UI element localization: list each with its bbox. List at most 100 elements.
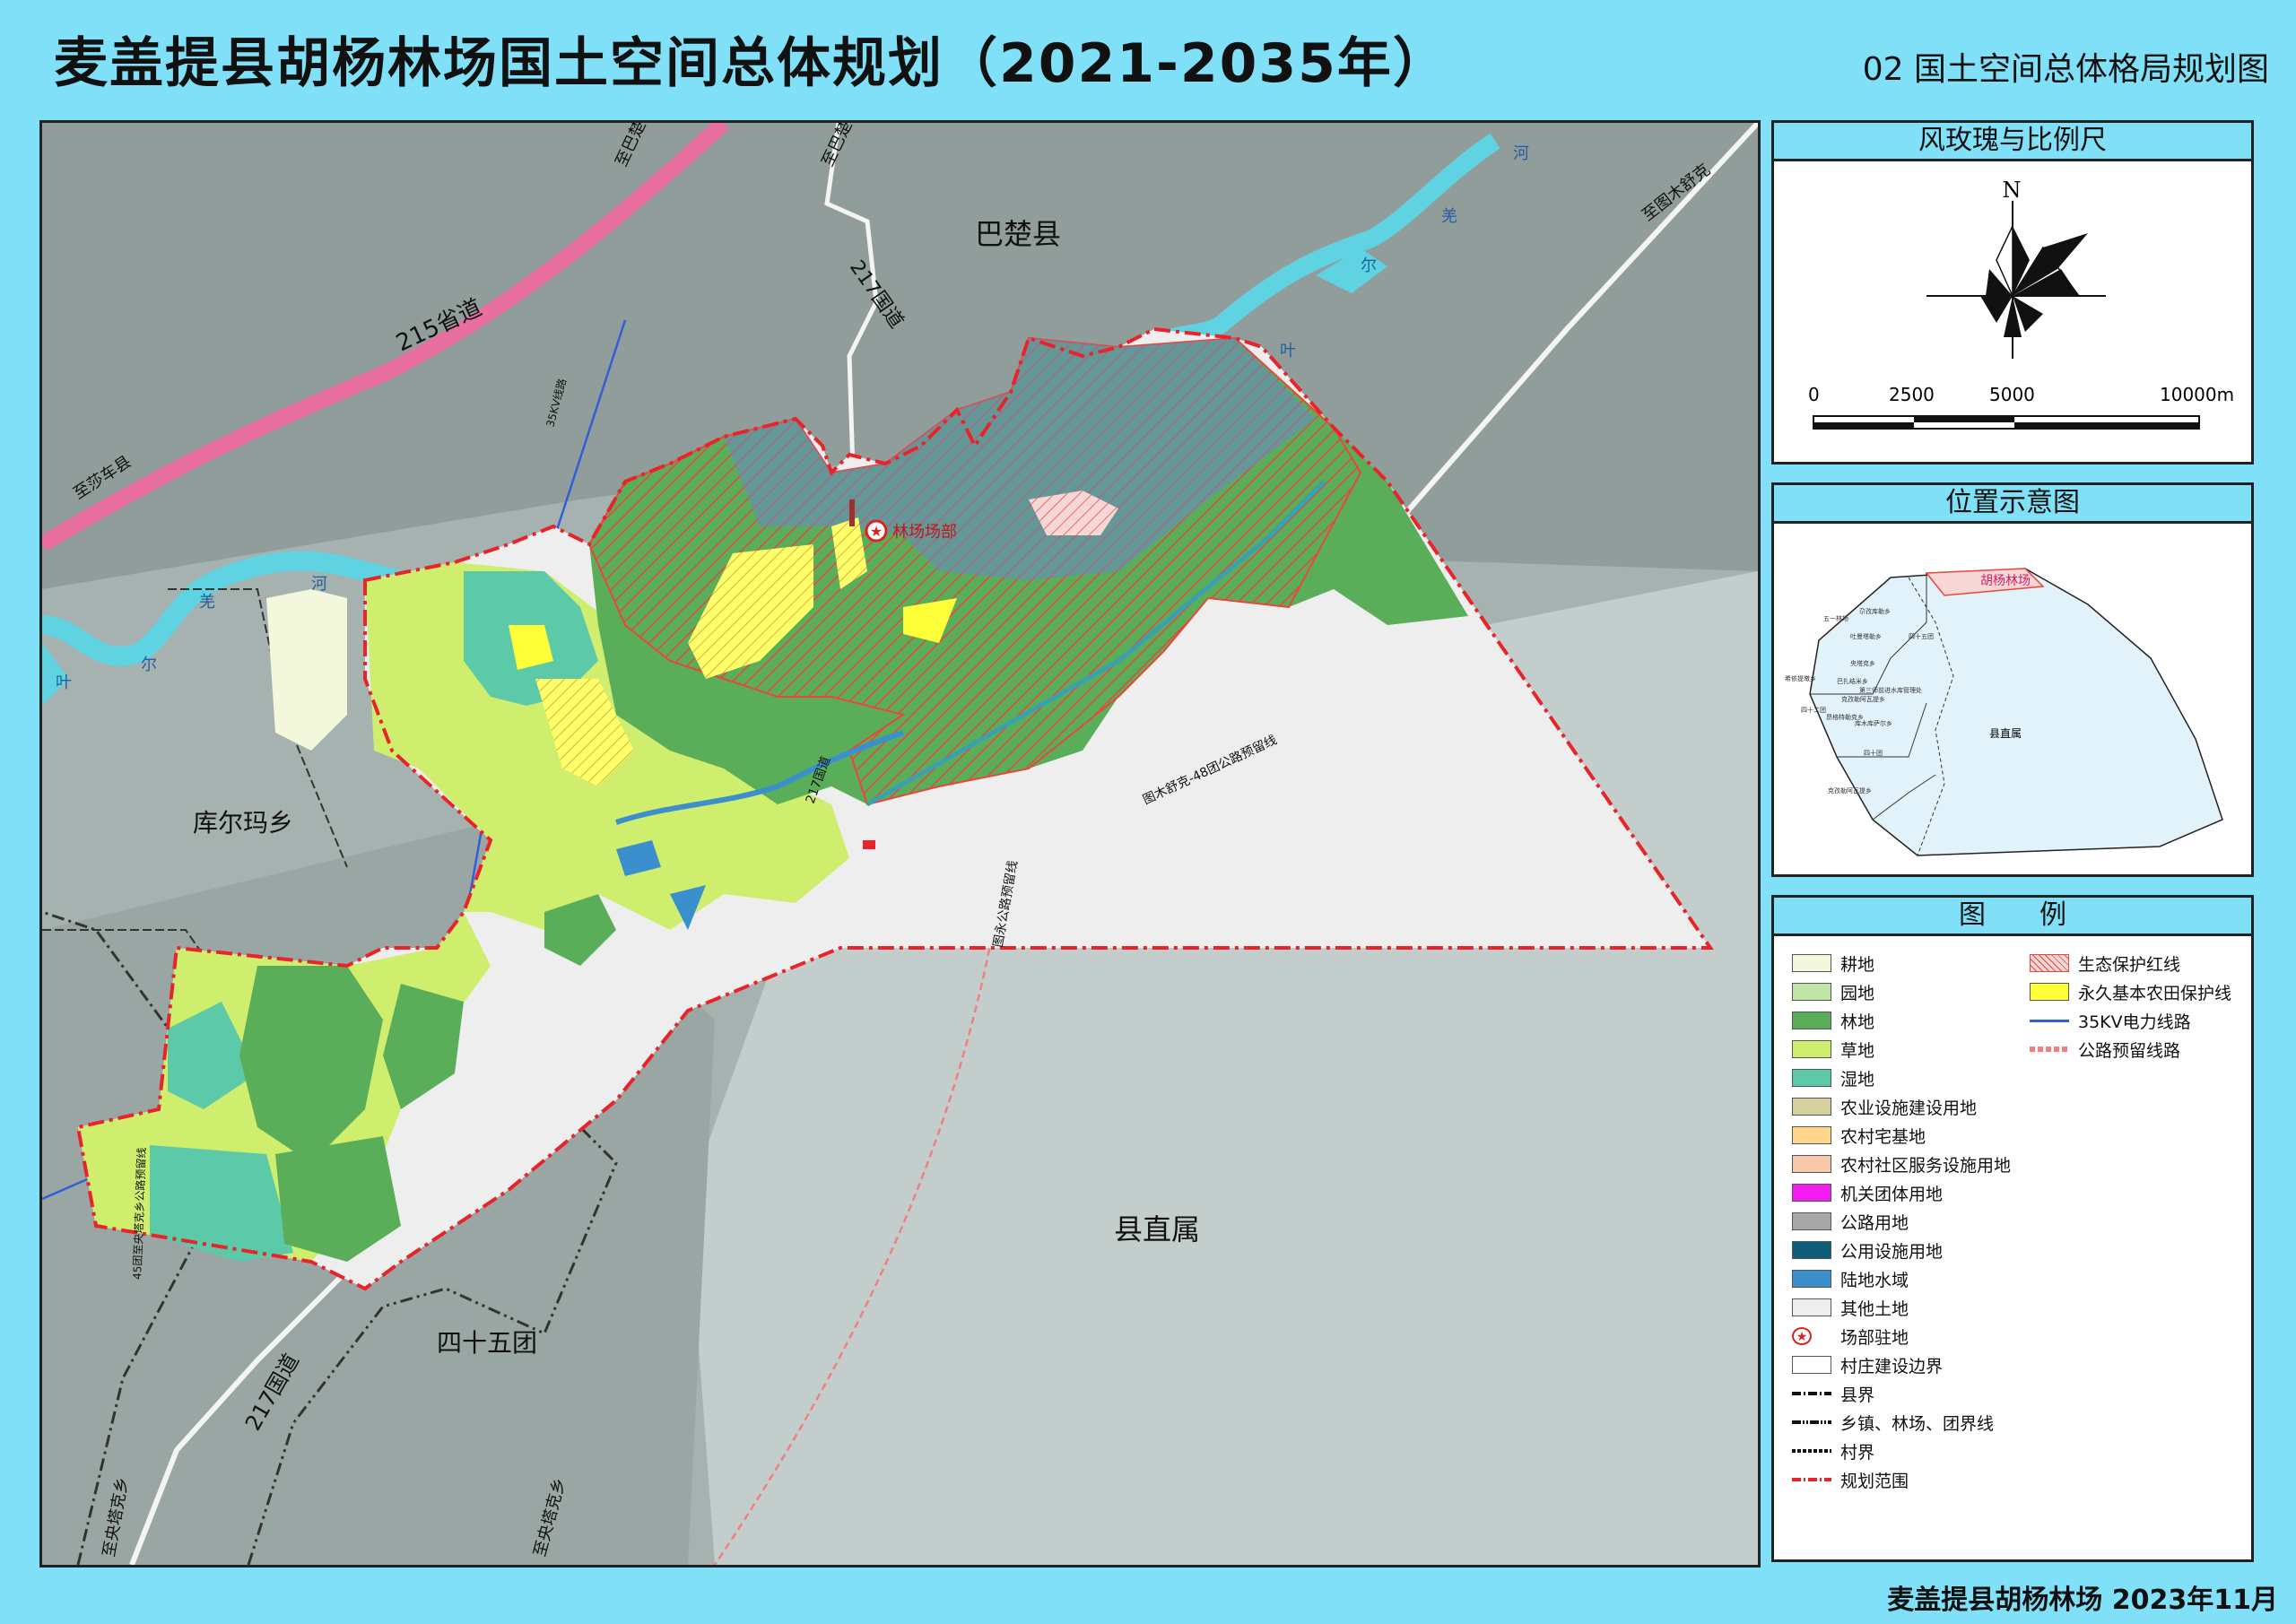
legend-swatch: [2030, 1012, 2069, 1029]
label-river-he-2: 河: [1513, 144, 1529, 163]
place-label: 第三师前进水库管理处: [1859, 686, 1922, 694]
legend-swatch: [1792, 1478, 1831, 1481]
legend-right-column: 生态保护红线 永久基本农田保护线 35KV电力线路 公路预留线路: [2030, 949, 2231, 1064]
legend-label: 公用设施用地: [1840, 1241, 1944, 1262]
legend-item: 陆地水域: [1792, 1264, 2011, 1293]
legend-item: 林地: [1792, 1006, 2011, 1035]
compass-panel: 风玫瑰与比例尺 N 0 2500 5000 10000m: [1771, 120, 2254, 465]
cultivated-land: [266, 589, 347, 751]
legend-label: 园地: [1840, 983, 1875, 1003]
legend-label: 永久基本农田保护线: [2078, 983, 2232, 1003]
legend-label: 农村宅基地: [1840, 1126, 1926, 1147]
village-marker: [863, 840, 875, 849]
hq-star-icon: ★: [870, 523, 883, 540]
legend-item: 公用设施用地: [1792, 1236, 2011, 1264]
wind-rose-icon: N: [1926, 178, 2106, 359]
legend-item: 湿地: [1792, 1064, 2011, 1092]
map-subtitle: 02 国土空间总体格局规划图: [1862, 51, 2269, 88]
legend-item: 35KV电力线路: [2030, 1006, 2231, 1035]
legend-label: 村庄建设边界: [1840, 1356, 1944, 1376]
legend-label: 农业设施建设用地: [1840, 1098, 1978, 1118]
legend-item: 县界: [1792, 1379, 2011, 1408]
legend-label: 场部驻地: [1840, 1327, 1909, 1348]
main-map-svg: ★ 巴楚县 库尔玛乡 县直属 四十五团 林场场部 至巴楚 至巴楚 至莎车县 至图…: [42, 123, 1758, 1565]
place-label: 央塔克乡: [1850, 659, 1875, 667]
legend-swatch: [1792, 1420, 1831, 1424]
scale-bar: [1813, 415, 2200, 430]
legend-item: 农业设施建设用地: [1792, 1092, 2011, 1121]
place-label: 四十团: [1864, 749, 1883, 757]
label-river-er-2: 尔: [1361, 256, 1377, 275]
location-county-label: 县直属: [1989, 727, 2022, 740]
legend-label: 规划范围: [1840, 1471, 1909, 1491]
place-label: 克孜勒阿瓦提乡: [1828, 786, 1872, 795]
label-river-ye-2: 叶: [1280, 342, 1296, 360]
legend-left-column: 耕地 园地 林地 草地 湿地 农业设施建设用地 农村宅基地 农村社区服务设施用地 机关团体用地公…: [1792, 949, 2011, 1494]
place-label: 五一林场: [1823, 614, 1848, 622]
legend-swatch: [2030, 954, 2069, 972]
north-label: N: [2003, 178, 2022, 203]
compass-panel-title: 风玫瑰与比例尺: [1774, 123, 2251, 161]
legend-item: 永久基本农田保护线: [2030, 977, 2231, 1006]
legend-swatch: [1792, 1184, 1831, 1202]
label-river-he: 河: [311, 575, 327, 594]
map-title: 麦盖提县胡杨林场国土空间总体规划（2021-2035年）: [54, 32, 1448, 95]
location-panel: 位置示意图 胡杨林场 县直属 五一林场 尕孜库勒乡 吐曼塔勒乡 四十五团 央塔克…: [1771, 482, 2254, 877]
legend-swatch: [1792, 1155, 1831, 1173]
legend-swatch: [1792, 1069, 1831, 1087]
label-river-qiang-2: 羌: [1441, 207, 1457, 226]
legend-swatch: [1792, 1449, 1831, 1453]
place-label: 克孜勒阿瓦提乡: [1841, 695, 1885, 703]
scale-label-0: 0: [1808, 384, 1820, 405]
label-river-ye: 叶: [56, 673, 72, 692]
legend-swatch: [1792, 1356, 1831, 1374]
location-highlight-label: 胡杨林场: [1980, 574, 2031, 588]
legend-swatch: [1792, 983, 1831, 1001]
place-label: 尕孜库勒乡: [1859, 607, 1891, 615]
legend-item: ★ 场部驻地: [1792, 1322, 2011, 1350]
label-kuerma: 库尔玛乡: [193, 808, 293, 838]
legend-item: 公路用地: [1792, 1207, 2011, 1236]
legend-label: 耕地: [1840, 954, 1875, 975]
legend-label: 机关团体用地: [1840, 1184, 1944, 1204]
legend-swatch: [2030, 1046, 2069, 1052]
legend-label: 生态保护红线: [2078, 954, 2181, 975]
place-label: 库木库萨尔乡: [1855, 719, 1892, 727]
legend-label: 农村社区服务设施用地: [1840, 1155, 2012, 1176]
legend-item: 园地: [1792, 977, 2011, 1006]
legend-swatch: [1792, 1392, 1831, 1395]
legend-title: 图 例: [1774, 898, 2251, 936]
legend-swatch: [2030, 983, 2069, 1001]
legend-item: 规划范围: [1792, 1465, 2011, 1494]
legend-item: 生态保护红线: [2030, 949, 2231, 977]
place-label: 巴扎结米乡: [1837, 677, 1868, 685]
legend-item: 其他土地: [1792, 1293, 2011, 1322]
footer-text: 麦盖提县胡杨林场 2023年11月: [1887, 1585, 2278, 1616]
scale-label-10000: 10000m: [2160, 384, 2235, 405]
legend-item: 草地: [1792, 1035, 2011, 1064]
place-label: 吐曼塔勒乡: [1850, 632, 1882, 640]
legend-item: 机关团体用地: [1792, 1178, 2011, 1207]
legend-swatch: [1792, 1241, 1831, 1259]
legend-label: 草地: [1840, 1040, 1875, 1061]
legend-label: 林地: [1840, 1012, 1875, 1032]
legend-swatch: [1792, 1298, 1831, 1316]
scale-label-2500: 2500: [1889, 384, 1935, 405]
legend-item: 村界: [1792, 1437, 2011, 1465]
hq-building: [849, 499, 855, 526]
legend-label: 县界: [1840, 1385, 1875, 1405]
scale-bar-labels: 0 2500 5000 10000m: [1774, 384, 2251, 411]
legend-panel: 图 例 耕地园地林地草地湿地农业设施建设用地 农村宅基地农村社区服务设施用地 机关团…: [1771, 895, 2254, 1562]
legend-label: 其他土地: [1840, 1298, 1909, 1319]
legend-item: 农村宅基地: [1792, 1121, 2011, 1150]
label-hq: 林场场部: [892, 523, 957, 542]
location-map: 胡杨林场 县直属 五一林场 尕孜库勒乡 吐曼塔勒乡 四十五团 央塔克乡 希依提墩…: [1785, 568, 2223, 856]
legend-label: 乡镇、林场、团界线: [1840, 1413, 1995, 1434]
legend-swatch: [1792, 1012, 1831, 1029]
legend-swatch: [1792, 1098, 1831, 1116]
hq-star-icon: ★: [1792, 1327, 1812, 1345]
place-label: 四十二团: [1801, 706, 1826, 714]
main-map[interactable]: ★ 巴楚县 库尔玛乡 县直属 四十五团 林场场部 至巴楚 至巴楚 至莎车县 至图…: [39, 120, 1761, 1568]
legend-label: 35KV电力线路: [2078, 1012, 2191, 1032]
legend-swatch: [1792, 1126, 1831, 1144]
